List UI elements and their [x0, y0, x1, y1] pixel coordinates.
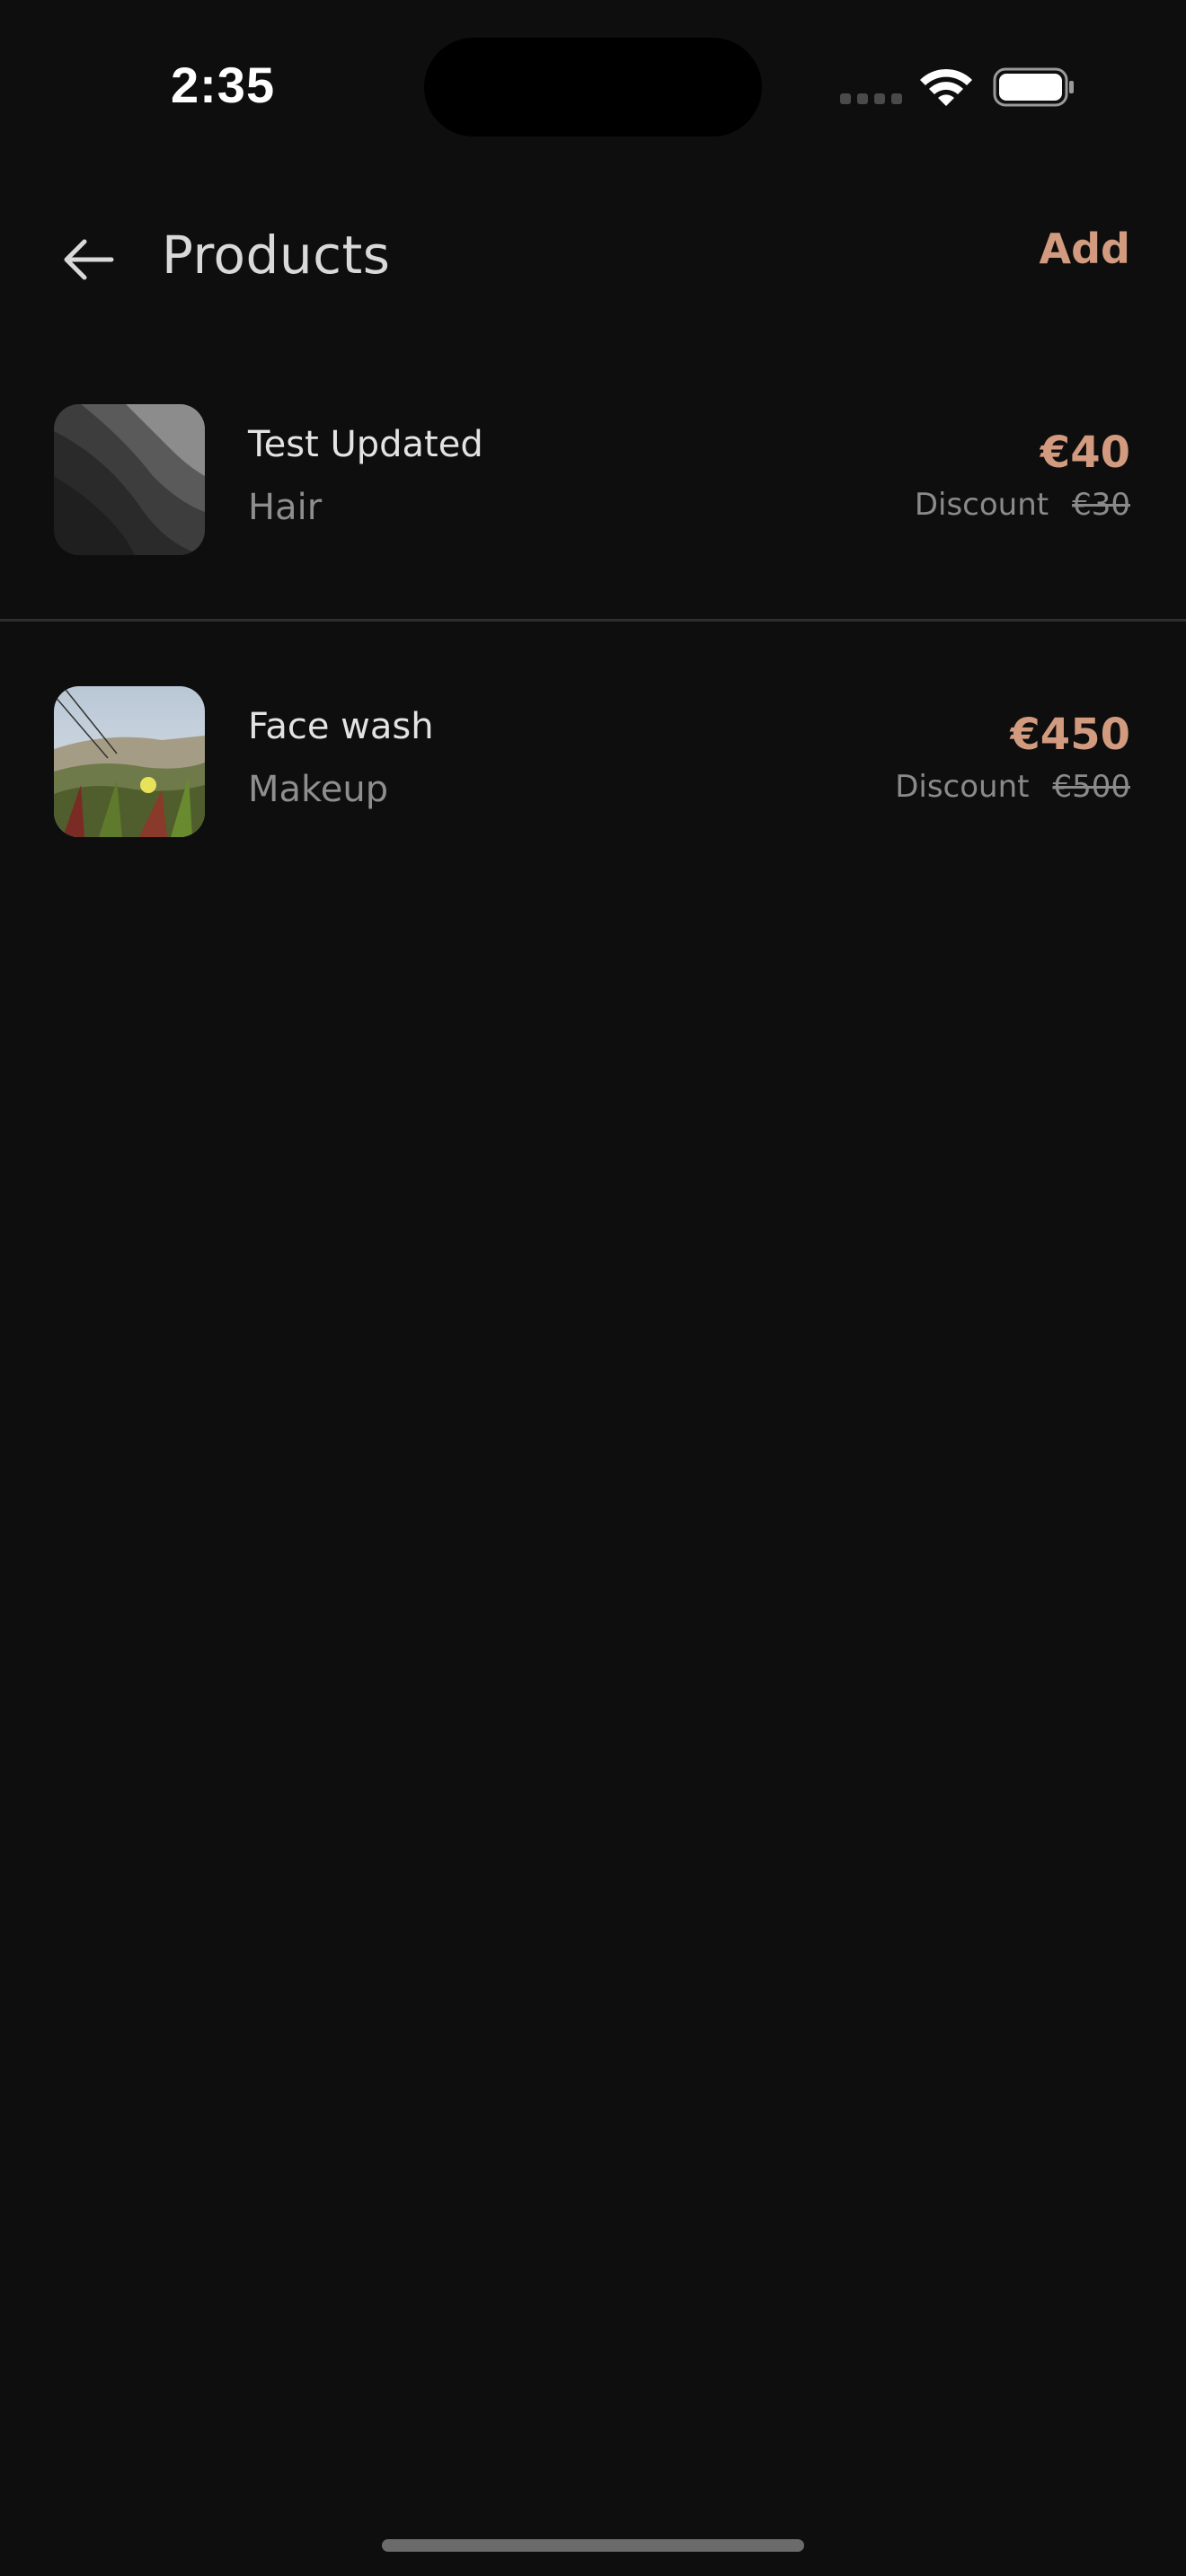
dune-flower-photo	[54, 686, 205, 837]
discount-line: Discount €500	[895, 769, 1130, 805]
battery-icon	[993, 67, 1074, 107]
home-indicator[interactable]	[382, 2539, 804, 2552]
product-category: Hair	[248, 487, 323, 528]
product-row[interactable]: Face wash Makeup €450 Discount €500	[0, 622, 1186, 882]
original-price: €30	[1072, 487, 1130, 523]
status-time: 2:35	[171, 57, 276, 113]
product-price: €450	[1010, 710, 1130, 760]
add-product-button[interactable]: Add	[1040, 225, 1130, 273]
wifi-icon	[920, 68, 972, 106]
discount-line: Discount €30	[915, 487, 1130, 523]
arrow-left-icon	[64, 239, 114, 280]
product-thumbnail	[54, 686, 205, 837]
product-list: Test Updated Hair €40 Discount €30 Face …	[0, 359, 1186, 837]
product-name: Test Updated	[248, 424, 483, 465]
product-category: Makeup	[248, 769, 389, 810]
product-price: €40	[1040, 428, 1130, 478]
discount-label: Discount	[895, 769, 1030, 805]
product-thumbnail	[54, 404, 205, 555]
product-name: Face wash	[248, 706, 434, 747]
page-title: Products	[162, 225, 391, 286]
discount-label: Discount	[914, 487, 1049, 523]
status-bar: 2:35	[0, 0, 1186, 171]
abstract-waves-image	[54, 404, 205, 555]
back-button[interactable]	[54, 230, 122, 289]
cellular-signal-icon	[840, 93, 903, 106]
dynamic-island	[424, 38, 762, 137]
original-price: €500	[1052, 769, 1130, 805]
product-row[interactable]: Test Updated Hair €40 Discount €30	[0, 359, 1186, 620]
